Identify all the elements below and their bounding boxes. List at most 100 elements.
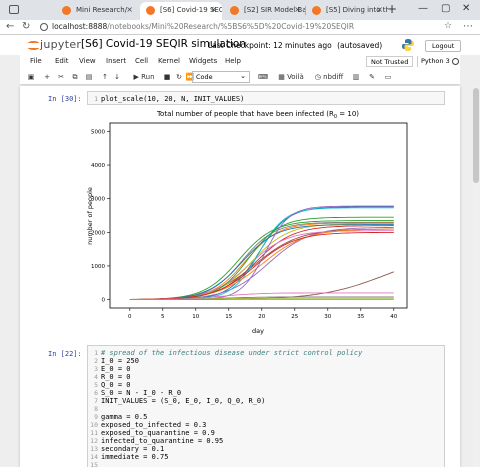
code-cell-input[interactable]: 1 # spread of the infectious disease unde… xyxy=(87,345,445,467)
code-line: R_0 = 0 xyxy=(101,373,131,381)
line-number: 4 xyxy=(94,373,98,381)
y-axis-label: number of people xyxy=(86,187,94,245)
line-number: 11 xyxy=(90,429,98,437)
line-number: 8 xyxy=(94,405,98,413)
site-info-icon[interactable] xyxy=(40,23,48,31)
code-line: exposed_to_quarantine = 0.9 xyxy=(101,429,215,437)
line-number: 6 xyxy=(94,389,98,397)
paste-icon[interactable]: ▤ xyxy=(84,72,94,83)
x-tick-label: 40 xyxy=(390,314,397,320)
code-line: infected_to_quarantine = 0.95 xyxy=(101,437,224,445)
command-palette-icon[interactable]: ⌨ xyxy=(258,72,268,83)
back-arrow-icon[interactable]: ← xyxy=(6,21,14,32)
browser-tab-covid-seqir[interactable]: [S6] Covid-19 SEQIR × xyxy=(140,2,222,20)
browser-menu-icon[interactable]: ⋯ xyxy=(463,21,473,32)
run-button[interactable]: ▶ Run xyxy=(128,72,160,83)
jupyter-favicon-icon xyxy=(62,6,71,15)
y-tick-label: 5000 xyxy=(91,129,105,135)
menu-widgets[interactable]: Widgets xyxy=(189,57,217,65)
checkpoint-status: Last Checkpoint: 12 minutes ago (autosav… xyxy=(208,41,383,50)
save-icon[interactable]: ▣ xyxy=(26,72,36,83)
code-line: gamma = 0.5 xyxy=(101,413,148,421)
nbdiff-icon: ◷ xyxy=(314,73,321,81)
line-number: 9 xyxy=(94,413,98,421)
x-tick-label: 35 xyxy=(357,314,364,320)
line-number: 3 xyxy=(94,365,98,373)
move-up-icon[interactable]: ↑ xyxy=(100,72,110,83)
line-number: 12 xyxy=(90,437,98,445)
notebook-toolbar: ▣ + ✂ ⧉ ▤ ↑ ↓ ▶ Run ■ ↻ ⏩ Code ⌄ ⌨ ▦ Voi… xyxy=(20,69,460,85)
x-tick-label: 15 xyxy=(225,314,232,320)
url-field[interactable]: localhost:8888/notebooks/Mini%20Research… xyxy=(52,21,354,33)
add-cell-icon[interactable]: + xyxy=(42,72,52,83)
edit-icon[interactable]: ✎ xyxy=(366,72,378,83)
x-tick-label: 25 xyxy=(291,314,298,320)
y-tick-label: 1000 xyxy=(91,264,105,270)
notebook-menubar: File Edit View Insert Cell Kernel Widget… xyxy=(20,55,460,69)
x-tick-label: 30 xyxy=(324,314,331,320)
line-number: 1 xyxy=(94,95,98,103)
nbdiff-button[interactable]: ◷ nbdiff xyxy=(312,72,346,83)
menu-cell[interactable]: Cell xyxy=(135,57,148,65)
code-line: S_0 = N - I_0 - R_0 xyxy=(101,389,182,397)
scrollbar-thumb[interactable] xyxy=(473,88,479,183)
not-trusted-button[interactable]: Not Trusted xyxy=(366,56,414,67)
menu-view[interactable]: View xyxy=(79,57,96,65)
menu-edit[interactable]: Edit xyxy=(55,57,69,65)
new-tab-button[interactable]: + xyxy=(387,2,397,16)
line-number: 1 xyxy=(94,349,98,357)
reload-icon[interactable]: ↻ xyxy=(22,21,30,32)
x-tick-label: 10 xyxy=(192,314,199,320)
copy-icon[interactable]: ⧉ xyxy=(70,72,80,83)
browser-tab-bar: Mini Research/ × [S6] Covid-19 SEQIR × [… xyxy=(0,0,480,20)
close-tab-icon[interactable]: × xyxy=(126,5,133,14)
code-line: INIT_VALUES = (S_0, E_0, I_0, Q_0, R_0) xyxy=(101,397,266,405)
close-window-icon[interactable]: ✕ xyxy=(462,3,470,14)
menu-help[interactable]: Help xyxy=(225,57,241,65)
close-tab-icon[interactable]: × xyxy=(210,5,217,14)
maximize-icon[interactable]: ▢ xyxy=(441,3,450,14)
cell-type-select[interactable]: Code ⌄ xyxy=(192,71,250,83)
play-icon: ▶ xyxy=(133,73,139,81)
address-bar: ← ↻ localhost:8888/notebooks/Mini%20Rese… xyxy=(0,20,480,35)
presentation-icon[interactable]: ▭ xyxy=(382,72,394,83)
line-number: 14 xyxy=(90,453,98,461)
close-tab-icon[interactable]: × xyxy=(294,5,301,14)
code-cell-input[interactable]: 1 plot_scale(10, 20, N, INIT_VALUES) xyxy=(87,91,445,105)
menu-insert[interactable]: Insert xyxy=(106,57,126,65)
code-line: secondary = 0.1 xyxy=(101,445,165,453)
line-number: 5 xyxy=(94,381,98,389)
voila-button[interactable]: ▦ Voilà xyxy=(276,72,306,83)
jupyter-wordmark[interactable]: jupyter xyxy=(40,38,81,51)
logout-button[interactable]: Logout xyxy=(425,40,462,52)
browser-tab-diving[interactable]: [S5] Diving into the S × xyxy=(306,2,388,20)
tab-actions-icon[interactable] xyxy=(9,5,19,14)
restart-icon[interactable]: ↻ xyxy=(174,72,184,83)
kernel-indicator: Python 3 xyxy=(417,56,453,67)
code-line: I_0 = 250 xyxy=(101,357,139,365)
jupyter-header: jupyter [S6] Covid-19 SEQIR simulation L… xyxy=(0,35,480,55)
jupyter-favicon-icon xyxy=(146,6,155,15)
chevron-down-icon: ⌄ xyxy=(240,72,246,80)
python-logo-icon xyxy=(402,39,414,51)
close-tab-icon[interactable]: × xyxy=(376,5,383,14)
menu-file[interactable]: File xyxy=(30,57,42,65)
x-tick-label: 20 xyxy=(258,314,265,320)
favorite-star-icon[interactable]: ☆ xyxy=(444,21,452,31)
minimize-icon[interactable]: — xyxy=(418,3,428,14)
line-number: 7 xyxy=(94,397,98,405)
browser-tab-mini-research[interactable]: Mini Research/ × xyxy=(56,2,138,20)
stop-icon[interactable]: ■ xyxy=(162,72,172,83)
cut-icon[interactable]: ✂ xyxy=(56,72,66,83)
bar-chart-icon[interactable]: ▥ xyxy=(350,72,362,83)
menu-kernel[interactable]: Kernel xyxy=(158,57,180,65)
browser-tab-sir-model[interactable]: [S2] SIR Model Basic × xyxy=(224,2,306,20)
code-line: plot_scale(10, 20, N, INIT_VALUES) xyxy=(101,95,245,103)
jupyter-logo-icon[interactable] xyxy=(28,37,40,51)
plot-area xyxy=(109,122,408,309)
chart-title: Total number of people that have been in… xyxy=(156,110,359,120)
move-down-icon[interactable]: ↓ xyxy=(112,72,122,83)
y-tick-label: 4000 xyxy=(91,163,105,169)
line-number: 2 xyxy=(94,357,98,365)
x-axis-label: day xyxy=(252,327,264,335)
